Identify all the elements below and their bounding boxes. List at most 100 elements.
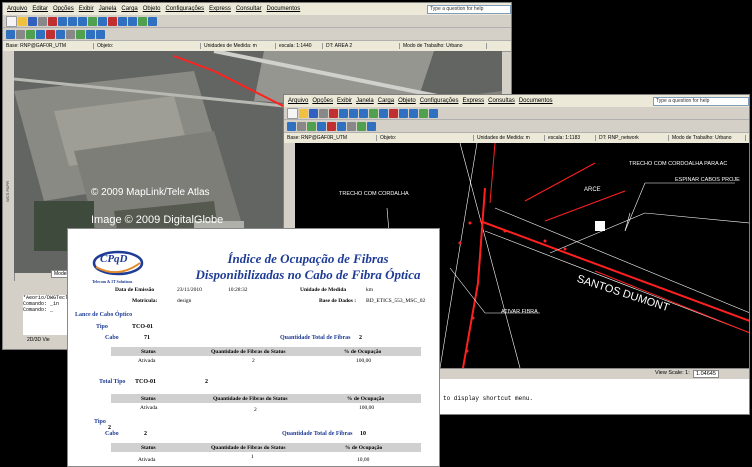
status-dt: DT: RNP_network bbox=[596, 135, 669, 141]
zoom-window-icon[interactable] bbox=[379, 108, 388, 118]
tool-a-icon[interactable] bbox=[287, 121, 296, 131]
help-icon[interactable] bbox=[429, 108, 438, 118]
zoom-out-icon[interactable] bbox=[359, 108, 368, 118]
refresh-icon[interactable] bbox=[419, 108, 428, 118]
front-toolbar-2 bbox=[284, 120, 749, 133]
tool-b-icon[interactable] bbox=[16, 29, 25, 39]
tool-f-icon[interactable] bbox=[337, 121, 346, 131]
tool-d-icon[interactable] bbox=[317, 121, 326, 131]
layers-icon[interactable] bbox=[128, 16, 137, 26]
menu-arquivo[interactable]: Arquivo bbox=[288, 98, 308, 104]
zoom-window-icon[interactable] bbox=[98, 16, 107, 26]
zoom-in-icon[interactable] bbox=[68, 16, 77, 26]
base-dados-label: Base de Dados : bbox=[319, 298, 357, 304]
motricula-label: Motricula: bbox=[132, 298, 158, 304]
help-search-input[interactable]: Type a question for help bbox=[427, 4, 511, 14]
tool-f-icon[interactable] bbox=[56, 29, 65, 39]
menu-configuracoes[interactable]: Configurações bbox=[420, 98, 459, 104]
zoom-in-icon[interactable] bbox=[349, 108, 358, 118]
pan-icon[interactable] bbox=[369, 108, 378, 118]
menu-janela[interactable]: Janela bbox=[99, 6, 117, 12]
pan-icon[interactable] bbox=[88, 16, 97, 26]
label-trecho-cordalha: TRECHO COM CORDALHA bbox=[339, 191, 409, 197]
print-icon[interactable] bbox=[319, 108, 328, 118]
col-qtd: Quantidade de Fibras do Status bbox=[211, 349, 286, 355]
menu-objeto[interactable]: Objeto bbox=[398, 98, 416, 104]
tool-e-icon[interactable] bbox=[46, 29, 55, 39]
menu-express[interactable]: Express bbox=[462, 98, 484, 104]
front-toolbar-1 bbox=[284, 107, 749, 120]
menu-express[interactable]: Express bbox=[209, 6, 231, 12]
menu-consultar[interactable]: Consultar bbox=[236, 6, 262, 12]
status-objeto: Objeto: bbox=[94, 43, 201, 49]
menu-documentos[interactable]: Documentos bbox=[519, 98, 553, 104]
total-count-value: 2 bbox=[205, 379, 208, 385]
menu-carga[interactable]: Carga bbox=[121, 6, 137, 12]
col-pct: % de Ocupação bbox=[347, 396, 385, 402]
menu-objeto[interactable]: Objeto bbox=[143, 6, 161, 12]
tool-j-icon[interactable] bbox=[96, 29, 105, 39]
unidade-medida-value: km bbox=[366, 287, 374, 293]
tool-g-icon[interactable] bbox=[347, 121, 356, 131]
menu-janela[interactable]: Janela bbox=[356, 98, 374, 104]
properties-icon[interactable] bbox=[399, 108, 408, 118]
tool-c-icon[interactable] bbox=[307, 121, 316, 131]
open-icon[interactable] bbox=[299, 108, 308, 118]
new-icon[interactable] bbox=[6, 15, 17, 27]
layers-icon[interactable] bbox=[409, 108, 418, 118]
menu-documentos[interactable]: Documentos bbox=[267, 6, 301, 12]
menu-opcoes[interactable]: Opções bbox=[53, 6, 74, 12]
zoom-out-icon[interactable] bbox=[78, 16, 87, 26]
draw-icon[interactable] bbox=[389, 108, 398, 118]
view-scale-label: View Scale: 1: bbox=[655, 370, 690, 376]
menu-exibir[interactable]: Exibir bbox=[337, 98, 352, 104]
cut-icon[interactable] bbox=[329, 108, 338, 118]
tool-i-icon[interactable] bbox=[86, 29, 95, 39]
col-status: Status bbox=[141, 349, 156, 355]
menu-exibir[interactable]: Exibir bbox=[79, 6, 94, 12]
help-search-input[interactable]: Type a question for help bbox=[653, 96, 749, 106]
refresh-icon[interactable] bbox=[138, 16, 147, 26]
tool-h-icon[interactable] bbox=[357, 121, 366, 131]
zoom-icon[interactable] bbox=[58, 16, 67, 26]
tool-c-icon[interactable] bbox=[26, 29, 35, 39]
menu-editar[interactable]: Editar bbox=[32, 6, 48, 12]
front-menubar: Arquivo Opções Exibir Janela Carga Objet… bbox=[284, 95, 749, 107]
tool-a-icon[interactable] bbox=[6, 29, 15, 39]
menu-configuracoes[interactable]: Configurações bbox=[165, 6, 204, 12]
cut-icon[interactable] bbox=[48, 16, 57, 26]
tool-d-icon[interactable] bbox=[36, 29, 45, 39]
tool-b-icon[interactable] bbox=[297, 121, 306, 131]
base-dados-value: BD_ETICS_553_MSC_02 bbox=[366, 298, 426, 304]
menu-consultas[interactable]: Consultas bbox=[488, 98, 515, 104]
menu-arquivo[interactable]: Arquivo bbox=[7, 6, 27, 12]
cell-qtd: 1 bbox=[251, 454, 254, 460]
data-emissao-label: Data de Emissão bbox=[115, 287, 155, 293]
col-qtd: Quantidade de Fibras do Status bbox=[213, 396, 288, 402]
label-arce: ARCE bbox=[584, 187, 601, 193]
tool-g-icon[interactable] bbox=[66, 29, 75, 39]
properties-icon[interactable] bbox=[118, 16, 127, 26]
tool-i-icon[interactable] bbox=[367, 121, 376, 131]
cabo-label: Cabo bbox=[105, 335, 119, 341]
cabo-value: 2 bbox=[144, 431, 147, 437]
tool-e-icon[interactable] bbox=[327, 121, 336, 131]
col-pct: % de Ocupação bbox=[344, 349, 382, 355]
zoom-icon[interactable] bbox=[339, 108, 348, 118]
view-scale-value[interactable]: 1.04645 bbox=[693, 370, 719, 378]
qtd-total-label: Quantidade Total de Fibras bbox=[282, 431, 353, 437]
draw-icon[interactable] bbox=[108, 16, 117, 26]
menu-opcoes[interactable]: Opções bbox=[312, 98, 333, 104]
tool-h-icon[interactable] bbox=[76, 29, 85, 39]
save-icon[interactable] bbox=[309, 108, 318, 118]
open-icon[interactable] bbox=[18, 16, 27, 26]
new-icon[interactable] bbox=[287, 107, 298, 119]
print-icon[interactable] bbox=[38, 16, 47, 26]
label-ativar-fibra: ATIVAR FIBRA bbox=[501, 309, 538, 315]
help-icon[interactable] bbox=[148, 16, 157, 26]
save-icon[interactable] bbox=[28, 16, 37, 26]
qtd-total-value: 10 bbox=[360, 431, 366, 437]
menu-carga[interactable]: Carga bbox=[378, 98, 394, 104]
status-base: Base: RNP@GAF0R_UTM bbox=[3, 43, 94, 49]
table-header: Status Quantidade de Fibras do Status % … bbox=[111, 394, 421, 403]
